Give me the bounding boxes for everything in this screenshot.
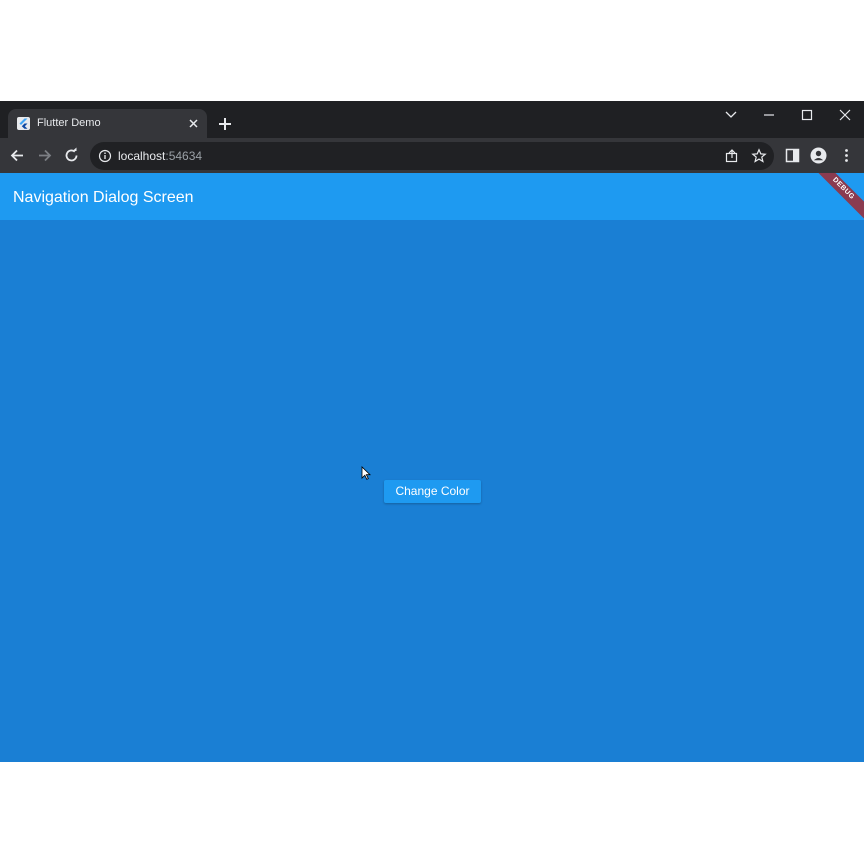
minimize-icon[interactable] [754,105,784,125]
screen-body: Change Color [0,220,864,762]
flutter-icon [17,117,30,130]
chevron-down-icon[interactable] [716,105,746,125]
reload-icon[interactable] [63,147,80,164]
tab-strip: Flutter Demo [0,101,864,138]
change-color-button[interactable]: Change Color [384,480,481,503]
back-arrow-icon[interactable] [9,147,26,164]
tab-flutter-demo[interactable]: Flutter Demo [8,109,207,138]
browser-toolbar: localhost:54634 [0,138,864,173]
page-title: Navigation Dialog Screen [13,189,194,206]
window-close-icon[interactable] [830,105,860,125]
share-icon[interactable] [724,148,740,164]
tab-title: Flutter Demo [37,117,101,129]
kebab-menu-icon[interactable] [838,147,855,164]
plus-icon[interactable] [216,115,234,133]
address-bar[interactable]: localhost:54634 [90,142,774,170]
url-host: localhost [118,149,166,163]
star-icon[interactable] [751,148,767,164]
forward-arrow-icon[interactable] [36,147,53,164]
side-panel-icon[interactable] [784,147,801,164]
browser-window: Flutter Demo localhost:54634 Navigation … [0,101,864,762]
mouse-cursor-icon [361,466,371,480]
app-bar: Navigation Dialog Screen [0,173,864,220]
page-viewport: Navigation Dialog Screen Change Color DE… [0,173,864,762]
info-icon[interactable] [98,149,112,163]
close-icon[interactable] [186,116,201,131]
maximize-icon[interactable] [792,105,822,125]
url-text: localhost:54634 [118,149,202,163]
url-port: :54634 [165,149,203,163]
profile-icon[interactable] [810,147,827,164]
